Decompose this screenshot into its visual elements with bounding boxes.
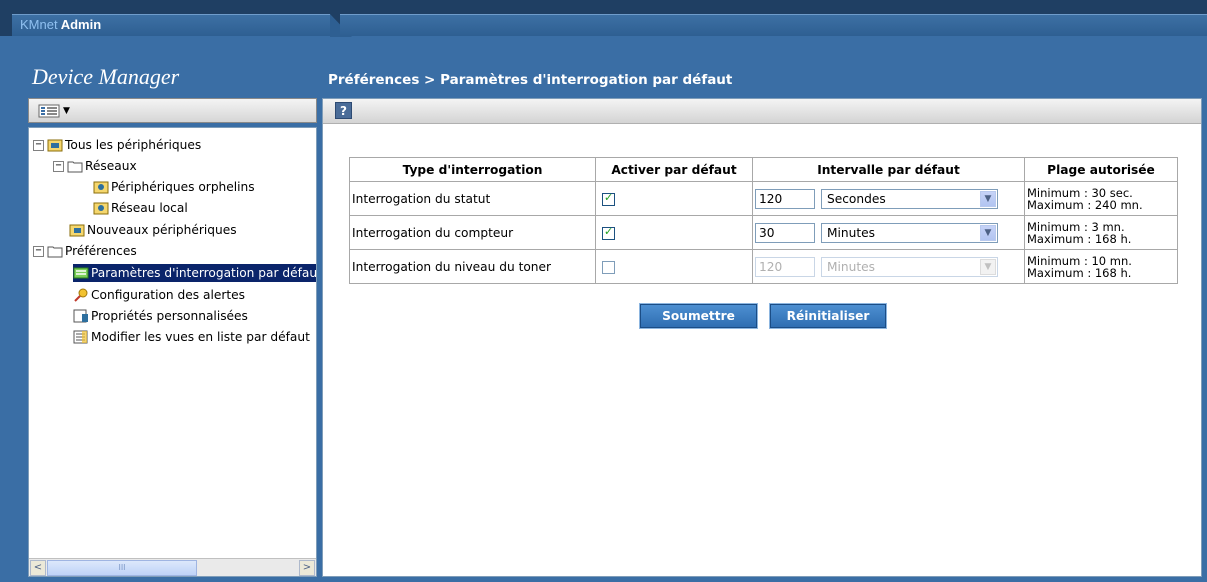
tree-item-alert-config[interactable]: Configuration des alertes: [73, 286, 245, 304]
horizontal-scrollbar[interactable]: < III >: [29, 558, 316, 576]
range-max: Maximum : 168 h.: [1027, 231, 1132, 246]
interval-input[interactable]: 120: [755, 188, 815, 209]
tree-item-list-views[interactable]: Modifier les vues en liste par défaut: [73, 328, 310, 346]
folder-icon: [47, 244, 63, 258]
unit-select[interactable]: Minutes ▼: [821, 256, 998, 277]
brand-logo: KMnet Admin: [20, 17, 102, 32]
chevron-down-icon[interactable]: ▼: [980, 258, 996, 275]
tree-item-local-network[interactable]: Réseau local: [93, 199, 188, 217]
tree-item-polling-settings[interactable]: Paramètres d'interrogation par défaut: [73, 264, 316, 282]
network-icon: [93, 201, 109, 215]
polling-type: Interrogation du statut: [349, 181, 596, 216]
tree-item-preferences[interactable]: − Préférences: [33, 242, 137, 260]
range-max: Maximum : 168 h.: [1027, 265, 1132, 280]
unit-select[interactable]: Secondes ▼: [821, 188, 998, 209]
column-header-range: Plage autorisée: [1024, 157, 1178, 182]
devices-folder-icon: [47, 138, 63, 152]
main-panel: ? Type d'interrogation Activer par défau…: [322, 98, 1202, 577]
table-row: Interrogation du statut 120 Secondes▼ Min…: [349, 181, 1178, 216]
top-bar-strip: [340, 14, 1207, 36]
polling-type: Interrogation du compteur: [349, 215, 596, 250]
range-min: Minimum : 3 mn.: [1027, 219, 1125, 234]
chevron-down-icon[interactable]: ▼: [980, 224, 996, 241]
page-title: Préférences > Paramètres d'interrogation…: [328, 72, 733, 88]
reset-button[interactable]: Réinitialiser: [769, 303, 887, 329]
polling-table: Type d'interrogation Activer par défaut …: [349, 157, 1178, 284]
scroll-left-icon[interactable]: <: [30, 560, 46, 576]
tree-item-new-devices[interactable]: Nouveaux périphériques: [69, 221, 237, 239]
collapse-icon[interactable]: −: [33, 245, 44, 257]
submit-button[interactable]: Soumettre: [639, 303, 758, 329]
main-toolbar: ?: [323, 99, 1201, 124]
tree-item-custom-properties[interactable]: Propriétés personnalisées: [73, 307, 248, 325]
help-icon[interactable]: ?: [335, 102, 352, 119]
chevron-down-icon[interactable]: ▼: [980, 190, 996, 207]
key-icon: [73, 288, 89, 302]
collapse-icon[interactable]: −: [53, 160, 64, 172]
list-view-icon: [38, 104, 60, 118]
new-devices-icon: [69, 223, 85, 237]
collapse-icon[interactable]: −: [33, 139, 44, 151]
enable-checkbox[interactable]: [602, 260, 615, 274]
chevron-down-icon: ▼: [63, 106, 70, 116]
view-selector-button[interactable]: ▼: [37, 102, 73, 120]
folder-icon: [67, 159, 83, 173]
table-row: Interrogation du niveau du toner 120 Minu…: [349, 249, 1178, 284]
interval-input[interactable]: 30: [755, 222, 815, 243]
table-row: Interrogation du compteur 30 Minutes▼ Min…: [349, 215, 1178, 250]
range-min: Minimum : 10 mn.: [1027, 253, 1132, 268]
scroll-thumb[interactable]: III: [47, 560, 197, 576]
unit-select[interactable]: Minutes ▼: [821, 222, 998, 243]
app-title: Device Manager: [32, 64, 180, 89]
column-header-interval: Intervalle par défaut: [752, 157, 1025, 182]
list-views-icon: [73, 330, 89, 344]
tree-item-all-devices[interactable]: − Tous les périphériques: [33, 136, 201, 154]
scroll-right-icon[interactable]: >: [299, 560, 315, 576]
column-header-type: Type d'interrogation: [349, 157, 596, 182]
column-header-enabled: Activer par défaut: [595, 157, 753, 182]
properties-icon: [73, 309, 89, 323]
polling-type: Interrogation du niveau du toner: [349, 249, 596, 284]
tree-toolbar: ▼: [28, 98, 317, 123]
interval-input[interactable]: 120: [755, 256, 815, 277]
polling-icon: [73, 266, 89, 280]
top-bar: KMnet Admin: [0, 0, 1207, 37]
enable-checkbox[interactable]: [602, 225, 615, 240]
enable-checkbox[interactable]: [602, 191, 615, 206]
network-icon: [93, 180, 109, 194]
tree-item-networks[interactable]: − Réseaux: [53, 157, 137, 175]
tree-item-orphan-devices[interactable]: Périphériques orphelins: [93, 178, 255, 196]
range-max: Maximum : 240 mn.: [1027, 197, 1143, 212]
device-tree: − Tous les périphériques − Réseaux Périp…: [28, 127, 317, 577]
range-min: Minimum : 30 sec.: [1027, 185, 1133, 200]
